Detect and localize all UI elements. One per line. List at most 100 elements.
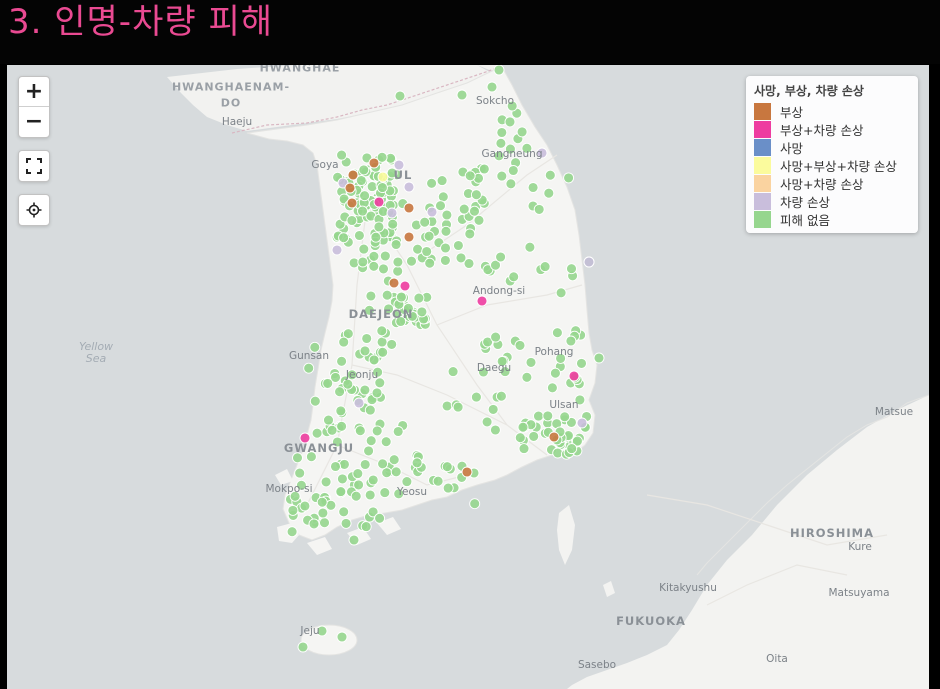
incident-marker[interactable] bbox=[481, 416, 493, 428]
incident-marker[interactable] bbox=[416, 306, 428, 318]
incident-marker[interactable] bbox=[473, 214, 485, 226]
incident-marker[interactable] bbox=[546, 382, 558, 394]
zoom-in-button[interactable]: + bbox=[19, 77, 49, 107]
incident-marker[interactable] bbox=[308, 518, 320, 530]
incident-marker[interactable] bbox=[367, 474, 379, 486]
incident-marker[interactable] bbox=[399, 280, 411, 292]
incident-marker[interactable] bbox=[486, 81, 498, 93]
incident-marker[interactable] bbox=[493, 65, 505, 76]
incident-marker[interactable] bbox=[508, 271, 520, 283]
incident-marker[interactable] bbox=[392, 265, 404, 277]
incident-marker[interactable] bbox=[365, 435, 377, 447]
incident-marker[interactable] bbox=[359, 384, 371, 396]
incident-marker[interactable] bbox=[440, 242, 451, 254]
incident-marker[interactable] bbox=[455, 252, 467, 264]
incident-marker[interactable] bbox=[525, 356, 537, 368]
incident-marker[interactable] bbox=[432, 475, 444, 487]
incident-marker[interactable] bbox=[366, 181, 378, 193]
incident-marker[interactable] bbox=[555, 287, 567, 299]
incident-marker[interactable] bbox=[350, 490, 362, 502]
incident-marker[interactable] bbox=[495, 251, 507, 263]
incident-marker[interactable] bbox=[354, 425, 366, 437]
incident-marker[interactable] bbox=[338, 506, 350, 518]
incident-marker[interactable] bbox=[387, 218, 399, 230]
incident-marker[interactable] bbox=[496, 127, 508, 138]
incident-marker[interactable] bbox=[565, 335, 577, 347]
incident-marker[interactable] bbox=[319, 517, 330, 529]
incident-marker[interactable] bbox=[368, 260, 380, 272]
incident-marker[interactable] bbox=[549, 367, 561, 379]
incident-marker[interactable] bbox=[583, 256, 595, 268]
incident-marker[interactable] bbox=[390, 466, 402, 478]
incident-marker[interactable] bbox=[440, 225, 452, 237]
incident-marker[interactable] bbox=[299, 500, 311, 512]
incident-marker[interactable] bbox=[360, 521, 372, 533]
incident-marker[interactable] bbox=[496, 170, 508, 182]
incident-marker[interactable] bbox=[469, 205, 480, 217]
incident-marker[interactable] bbox=[335, 486, 347, 498]
incident-marker[interactable] bbox=[470, 189, 482, 201]
incident-marker[interactable] bbox=[505, 178, 517, 190]
incident-marker[interactable] bbox=[461, 466, 473, 478]
incident-marker[interactable] bbox=[426, 177, 438, 189]
fullscreen-button[interactable] bbox=[19, 151, 49, 181]
incident-marker[interactable] bbox=[377, 346, 389, 358]
incident-marker[interactable] bbox=[452, 401, 464, 413]
incident-marker[interactable] bbox=[353, 397, 365, 409]
incident-marker[interactable] bbox=[338, 458, 350, 470]
incident-marker[interactable] bbox=[456, 89, 468, 101]
incident-marker[interactable] bbox=[441, 209, 453, 221]
incident-marker[interactable] bbox=[364, 489, 376, 501]
incident-marker[interactable] bbox=[442, 482, 454, 494]
incident-marker[interactable] bbox=[381, 289, 393, 301]
incident-marker[interactable] bbox=[576, 417, 588, 429]
incident-marker[interactable] bbox=[566, 443, 578, 455]
incident-marker[interactable] bbox=[297, 641, 309, 653]
incident-marker[interactable] bbox=[411, 457, 423, 469]
incident-marker[interactable] bbox=[548, 431, 560, 443]
incident-marker[interactable] bbox=[394, 90, 406, 102]
incident-marker[interactable] bbox=[346, 197, 358, 209]
incident-marker[interactable] bbox=[559, 411, 571, 423]
incident-marker[interactable] bbox=[386, 207, 398, 219]
incident-marker[interactable] bbox=[568, 370, 580, 382]
incident-marker[interactable] bbox=[379, 487, 391, 499]
incident-marker[interactable] bbox=[377, 458, 389, 470]
incident-marker[interactable] bbox=[403, 181, 415, 193]
incident-marker[interactable] bbox=[551, 327, 563, 339]
incident-marker[interactable] bbox=[563, 172, 575, 184]
incident-marker[interactable] bbox=[521, 371, 533, 383]
incident-marker[interactable] bbox=[377, 206, 389, 217]
incident-marker[interactable] bbox=[334, 386, 346, 398]
zoom-out-button[interactable]: − bbox=[19, 107, 49, 136]
incident-marker[interactable] bbox=[309, 395, 321, 407]
incident-marker[interactable] bbox=[361, 333, 373, 344]
incident-marker[interactable] bbox=[392, 256, 404, 268]
incident-marker[interactable] bbox=[539, 261, 551, 273]
locate-button[interactable] bbox=[19, 195, 49, 225]
incident-marker[interactable] bbox=[365, 290, 377, 302]
incident-marker[interactable] bbox=[286, 526, 298, 538]
incident-marker[interactable] bbox=[403, 202, 415, 214]
incident-marker[interactable] bbox=[386, 338, 398, 350]
incident-marker[interactable] bbox=[476, 295, 488, 307]
incident-marker[interactable] bbox=[316, 496, 328, 508]
incident-marker[interactable] bbox=[439, 254, 451, 266]
incident-marker[interactable] bbox=[368, 157, 380, 169]
incident-marker[interactable] bbox=[576, 357, 587, 369]
incident-marker[interactable] bbox=[378, 263, 389, 275]
incident-marker[interactable] bbox=[373, 221, 385, 233]
incident-marker[interactable] bbox=[419, 216, 431, 228]
incident-marker[interactable] bbox=[348, 534, 360, 546]
incident-marker[interactable] bbox=[504, 116, 516, 128]
incident-marker[interactable] bbox=[377, 171, 389, 183]
incident-marker[interactable] bbox=[317, 507, 329, 519]
incident-marker[interactable] bbox=[323, 414, 334, 426]
incident-marker[interactable] bbox=[331, 244, 343, 256]
incident-marker[interactable] bbox=[373, 196, 385, 208]
incident-marker[interactable] bbox=[593, 352, 605, 364]
incident-marker[interactable] bbox=[412, 243, 424, 255]
map-container[interactable]: HWANGHAE HWANGHAENAM- DO Haeju Sokcho Ga… bbox=[7, 65, 929, 689]
incident-marker[interactable] bbox=[527, 182, 539, 193]
incident-marker[interactable] bbox=[403, 231, 415, 243]
